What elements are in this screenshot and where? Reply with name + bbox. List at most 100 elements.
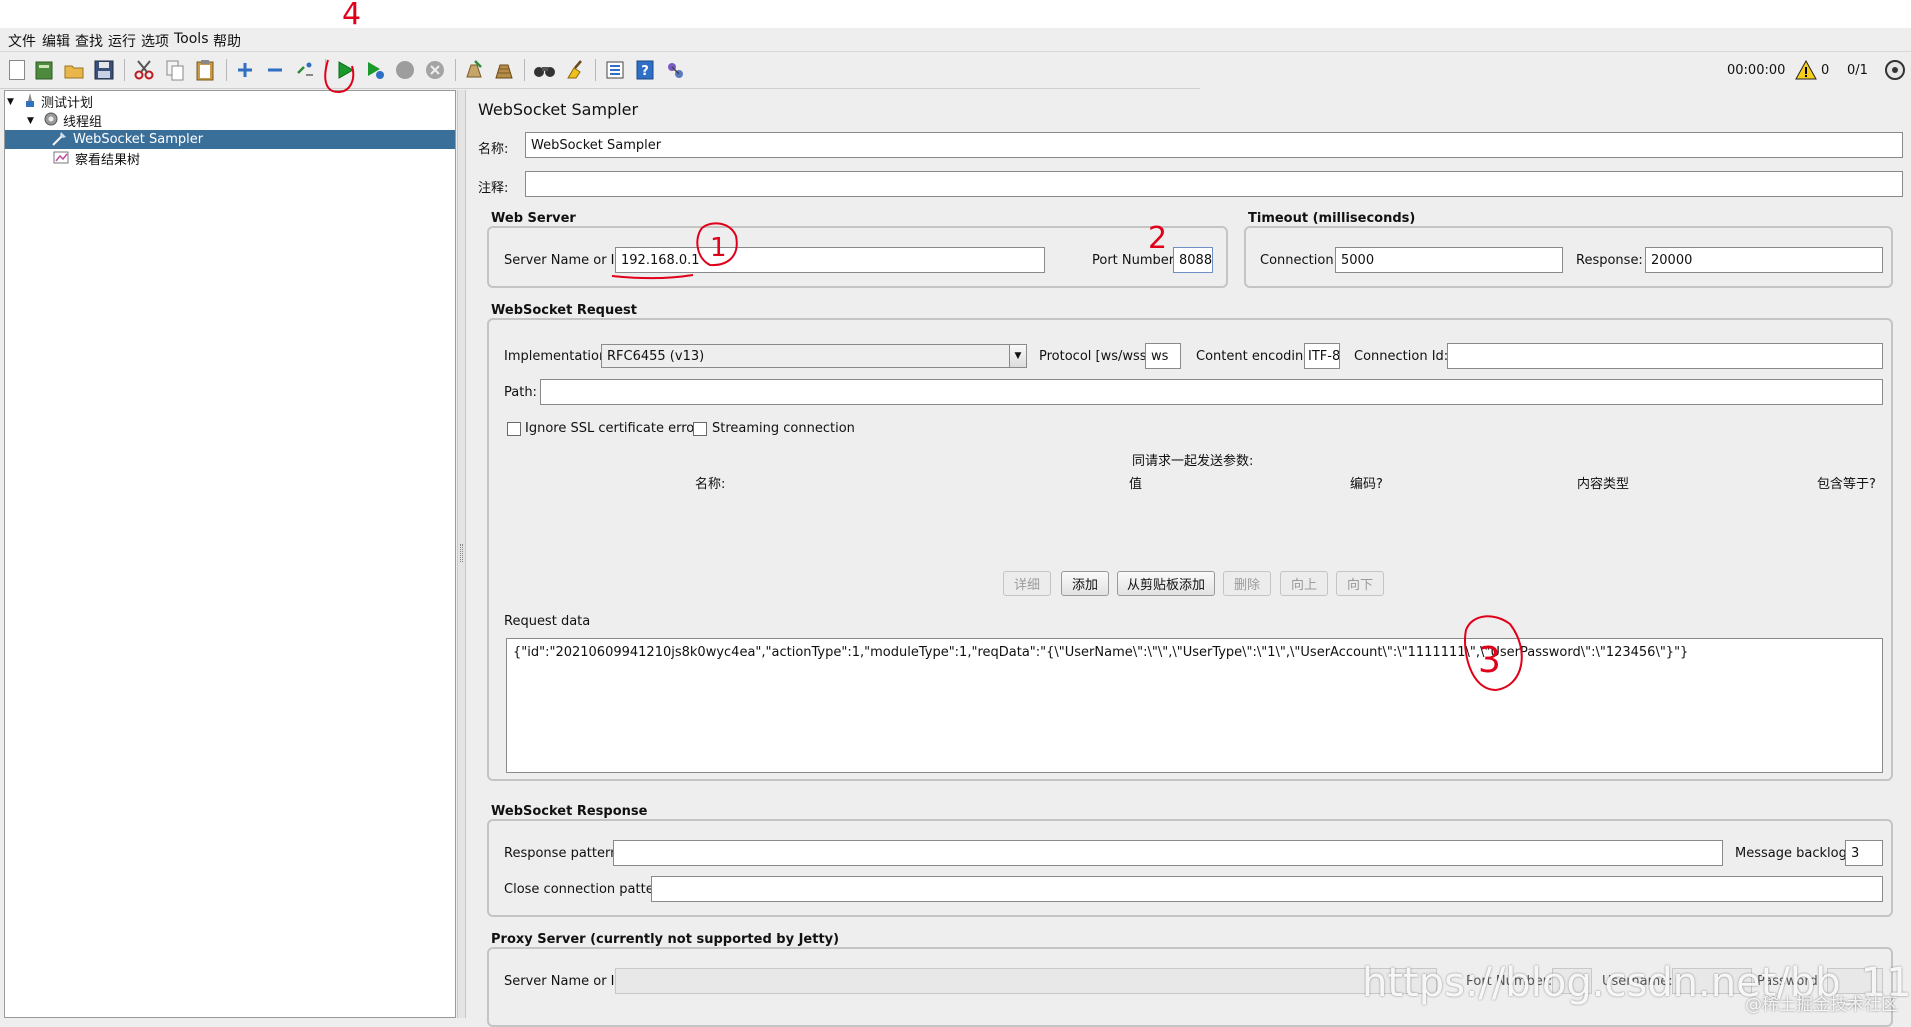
implementation-label: Implementation: — [504, 349, 612, 364]
menu-run[interactable]: 运行 — [108, 31, 136, 51]
menu-help[interactable]: 帮助 — [213, 31, 241, 51]
test-plan-icon — [23, 92, 37, 112]
reset-search-icon[interactable] — [563, 58, 587, 82]
expand-toggle-icon[interactable]: ▼ — [27, 116, 39, 126]
protocol-field[interactable]: ws — [1145, 343, 1181, 369]
ws-response-group — [487, 819, 1893, 917]
params-column-value[interactable]: 值 — [1129, 473, 1142, 492]
path-field[interactable] — [540, 379, 1883, 405]
elapsed-timer: 00:00:00 — [1727, 63, 1786, 78]
save-icon[interactable] — [92, 58, 116, 82]
close-pattern-field[interactable] — [651, 876, 1883, 902]
start-icon[interactable] — [333, 58, 357, 82]
toolbar-separator — [595, 59, 596, 81]
add-button[interactable]: 添加 — [1061, 571, 1109, 596]
clear-all-icon[interactable] — [492, 58, 516, 82]
clear-icon[interactable] — [462, 58, 486, 82]
tree-item-websocket-sampler[interactable]: WebSocket Sampler — [5, 130, 455, 149]
menu-search[interactable]: 查找 — [75, 31, 103, 51]
tree-item-label: WebSocket Sampler — [73, 132, 204, 147]
comment-field[interactable] — [525, 171, 1903, 197]
toolbar-divider — [0, 88, 1200, 89]
streaming-checkbox[interactable] — [693, 422, 707, 436]
connection-timeout-label: Connection: — [1260, 253, 1338, 268]
request-data-textarea[interactable]: {"id":"20210609941210js8k0wyc4ea","actio… — [506, 638, 1883, 773]
web-server-title: Web Server — [491, 211, 576, 226]
shutdown-icon[interactable] — [423, 58, 447, 82]
tree-item-test-plan[interactable]: ▼ 测试计划 — [7, 92, 447, 111]
tree-item-label: 测试计划 — [41, 96, 94, 111]
proxy-server-field[interactable] — [615, 968, 1437, 994]
response-pattern-field[interactable] — [613, 840, 1723, 866]
message-backlog-field[interactable]: 3 — [1845, 840, 1883, 866]
params-column-name[interactable]: 名称: — [695, 473, 725, 492]
remote-icon[interactable] — [663, 58, 687, 82]
content-encoding-field[interactable]: ITF-8 — [1304, 343, 1340, 369]
expand-icon[interactable] — [233, 58, 257, 82]
tree-item-thread-group[interactable]: ▼ 线程组 — [27, 111, 447, 130]
tree-item-results-tree[interactable]: 察看结果树 — [53, 149, 453, 168]
copy-icon[interactable] — [163, 58, 187, 82]
sampler-config-panel: WebSocket Sampler 名称: WebSocket Sampler … — [467, 90, 1911, 1027]
params-column-content-type[interactable]: 内容类型 — [1577, 473, 1629, 492]
connection-id-field[interactable] — [1447, 343, 1883, 369]
open-icon[interactable] — [62, 58, 86, 82]
new-icon[interactable] — [5, 58, 29, 82]
menu-edit[interactable]: 编辑 — [42, 31, 70, 51]
name-field[interactable]: WebSocket Sampler — [525, 132, 1903, 158]
content-encoding-label: Content encoding: — [1196, 349, 1316, 364]
protocol-label: Protocol [ws/wss]: — [1039, 349, 1157, 364]
expand-toggle-icon[interactable]: ▼ — [7, 97, 19, 107]
cut-icon[interactable] — [132, 58, 156, 82]
help-icon[interactable]: ? — [633, 58, 657, 82]
window-top-strip — [0, 0, 1911, 28]
start-no-pauses-icon[interactable] — [363, 58, 387, 82]
params-column-include-equals[interactable]: 包含等于? — [1817, 473, 1876, 492]
ws-request-title: WebSocket Request — [491, 303, 638, 318]
warning-count: 0 — [1821, 63, 1830, 78]
menu-tools[interactable]: Tools — [174, 31, 209, 47]
toolbar-separator — [455, 59, 456, 81]
split-pane-divider[interactable] — [457, 90, 466, 1018]
params-title: 同请求一起发送参数: — [1132, 454, 1254, 469]
ignore-ssl-checkbox[interactable] — [507, 422, 521, 436]
message-backlog-label: Message backlog: — [1735, 846, 1852, 861]
menu-options[interactable]: 选项 — [141, 31, 169, 51]
stop-icon[interactable] — [393, 58, 417, 82]
connection-timeout-field[interactable]: 5000 — [1335, 247, 1563, 273]
connection-id-label: Connection Id: — [1354, 349, 1449, 364]
sampler-pipette-icon — [51, 130, 67, 150]
ignore-ssl-label: Ignore SSL certificate errors — [525, 421, 707, 436]
response-timeout-field[interactable]: 20000 — [1645, 247, 1883, 273]
comment-label: 注释: — [478, 181, 509, 196]
toolbar-separator — [124, 59, 125, 81]
proxy-server-label: Server Name or IP: — [504, 974, 627, 989]
warning-icon[interactable] — [1795, 59, 1817, 84]
port-field[interactable]: 8088 — [1173, 247, 1213, 273]
collapse-icon[interactable] — [263, 58, 287, 82]
search-icon[interactable] — [533, 58, 557, 82]
move-down-button[interactable]: 向下 — [1336, 571, 1384, 596]
tree-item-label: 线程组 — [63, 115, 103, 130]
help-globe-icon[interactable] — [1884, 59, 1906, 85]
thread-count: 0/1 — [1847, 63, 1868, 78]
path-label: Path: — [504, 385, 537, 400]
menu-bar: 文件 编辑 查找 运行 选项 Tools 帮助 — [0, 28, 1911, 52]
gear-icon — [43, 111, 59, 131]
paste-icon[interactable] — [193, 58, 217, 82]
detail-button[interactable]: 详细 — [1003, 571, 1051, 596]
function-helper-icon[interactable] — [603, 58, 627, 82]
server-name-field[interactable]: 192.168.0.1 — [615, 247, 1045, 273]
chevron-down-icon[interactable]: ▼ — [1009, 345, 1026, 367]
add-from-clipboard-button[interactable]: 从剪贴板添加 — [1117, 571, 1215, 596]
delete-button[interactable]: 删除 — [1223, 571, 1271, 596]
move-up-button[interactable]: 向上 — [1280, 571, 1328, 596]
toolbar: ? 00:00:00 0 0/1 — [0, 53, 1911, 89]
ws-response-title: WebSocket Response — [491, 804, 648, 819]
test-plan-tree: ▼ 测试计划 ▼ 线程组 WebSocket Sampler 察看结果树 — [4, 90, 456, 1018]
params-column-encode[interactable]: 编码? — [1350, 473, 1383, 492]
implementation-select[interactable]: RFC6455 (v13) ▼ — [601, 344, 1027, 368]
toggle-icon[interactable] — [293, 58, 317, 82]
templates-icon[interactable] — [33, 58, 57, 82]
menu-file[interactable]: 文件 — [8, 31, 36, 51]
